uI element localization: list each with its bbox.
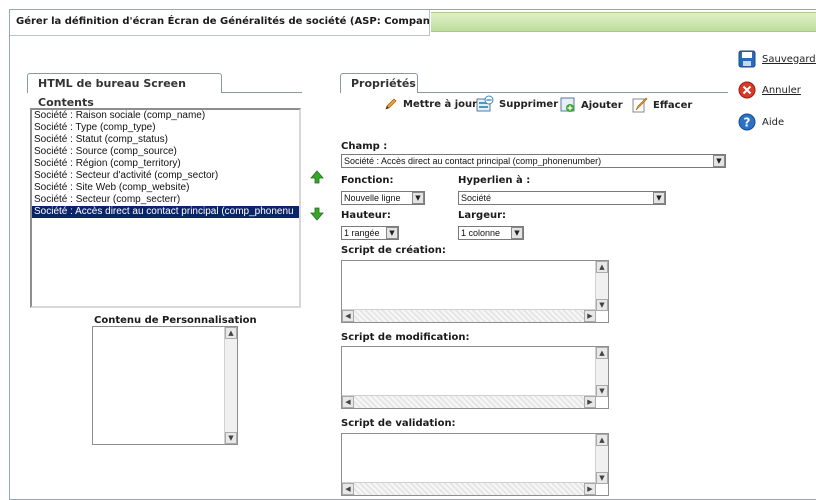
hauteur-label: Hauteur:	[341, 210, 391, 221]
scroll-down-icon[interactable]: ▼	[596, 385, 608, 397]
vertical-scrollbar[interactable]: ▲ ▼	[595, 434, 608, 484]
save-label: Sauvegarder	[762, 53, 816, 65]
custom-content-textarea[interactable]: ▲ ▼	[92, 326, 238, 445]
list-item[interactable]: Société : Source (comp_source)	[32, 146, 299, 158]
add-button[interactable]: Ajouter	[560, 97, 623, 113]
list-item[interactable]: Société : Raison sociale (comp_name)	[32, 110, 299, 122]
horizontal-scrollbar[interactable]: ◀ ▶	[342, 482, 596, 495]
scroll-up-icon[interactable]: ▲	[596, 434, 608, 446]
add-field-icon	[560, 97, 575, 112]
horizontal-scrollbar[interactable]: ◀ ▶	[342, 309, 596, 322]
scroll-down-icon[interactable]: ▼	[596, 472, 608, 484]
delete-label: Supprimer	[499, 98, 559, 110]
pencil-icon	[385, 98, 397, 110]
help-icon: ?	[738, 113, 756, 131]
tab-properties[interactable]: Propriétés	[340, 73, 418, 93]
clear-icon	[632, 97, 648, 113]
largeur-select[interactable]: 1 colonne	[458, 226, 524, 240]
list-item[interactable]: Société : Secteur (comp_secterr)	[32, 194, 299, 206]
modify-script-label: Script de modification:	[341, 332, 470, 343]
vertical-scrollbar[interactable]: ▲ ▼	[224, 327, 237, 444]
screen-fields-list[interactable]: Société : Raison sociale (comp_name) Soci…	[30, 108, 301, 308]
list-item[interactable]: Société : Accès direct au contact princi…	[32, 206, 299, 218]
scroll-right-icon[interactable]: ▶	[584, 483, 596, 495]
list-item[interactable]: Société : Type (comp_type)	[32, 122, 299, 134]
hyperlien-select[interactable]: Société	[458, 191, 666, 205]
scroll-down-icon[interactable]: ▼	[596, 299, 608, 311]
tab-underline	[418, 92, 728, 93]
scroll-up-icon[interactable]: ▲	[225, 327, 237, 339]
list-item[interactable]: Société : Région (comp_territory)	[32, 158, 299, 170]
list-item[interactable]: Société : Site Web (comp_website)	[32, 182, 299, 194]
move-down-arrow-icon[interactable]	[310, 207, 324, 221]
validate-script-textarea[interactable]: ▲ ▼ ◀ ▶	[341, 433, 609, 496]
cancel-button[interactable]: Annuler	[738, 81, 801, 99]
help-button[interactable]: ? Aide	[738, 113, 784, 131]
horizontal-scrollbar[interactable]: ◀ ▶	[342, 395, 596, 408]
custom-content-label: Contenu de Personnalisation	[94, 315, 257, 326]
floppy-disk-icon	[738, 50, 756, 68]
scroll-up-icon[interactable]: ▲	[596, 261, 608, 273]
clear-label: Effacer	[653, 99, 693, 111]
vertical-scrollbar[interactable]: ▲ ▼	[595, 261, 608, 311]
champ-select[interactable]: Société : Accès direct au contact princi…	[341, 154, 726, 168]
save-button[interactable]: Sauvegarder	[738, 50, 816, 68]
tab-underline	[222, 92, 302, 93]
validate-script-label: Script de validation:	[341, 418, 456, 429]
move-up-arrow-icon[interactable]	[310, 170, 324, 184]
fonction-select[interactable]: Nouvelle ligne	[341, 191, 425, 205]
modify-script-textarea[interactable]: ▲ ▼ ◀ ▶	[341, 346, 609, 409]
scroll-right-icon[interactable]: ▶	[584, 310, 596, 322]
scroll-down-icon[interactable]: ▼	[225, 432, 237, 444]
add-label: Ajouter	[581, 99, 623, 111]
hauteur-select[interactable]: 1 rangée	[341, 226, 399, 240]
largeur-label: Largeur:	[458, 210, 507, 221]
delete-field-icon	[476, 95, 494, 112]
hyperlien-label: Hyperlien à :	[458, 175, 531, 186]
list-item[interactable]: Société : Statut (comp_status)	[32, 134, 299, 146]
clear-button[interactable]: Effacer	[632, 97, 692, 113]
scroll-up-icon[interactable]: ▲	[596, 347, 608, 359]
champ-label: Champ :	[341, 141, 388, 152]
update-label: Mettre à jour	[403, 98, 478, 110]
title-bar-decoration	[431, 12, 816, 32]
cancel-label: Annuler	[762, 84, 801, 96]
create-script-textarea[interactable]: ▲ ▼ ◀ ▶	[341, 260, 609, 323]
scroll-right-icon[interactable]: ▶	[584, 396, 596, 408]
tab-screen-contents[interactable]: HTML de bureau Screen Contents	[27, 73, 222, 109]
help-label: Aide	[762, 116, 785, 128]
scroll-left-icon[interactable]: ◀	[342, 396, 354, 408]
scroll-left-icon[interactable]: ◀	[342, 483, 354, 495]
cancel-icon	[738, 81, 756, 99]
create-script-label: Script de création:	[341, 245, 446, 256]
fields-container: Société : Raison sociale (comp_name) Soci…	[32, 110, 299, 218]
list-item[interactable]: Société : Secteur d'activité (comp_secto…	[32, 170, 299, 182]
svg-text:?: ?	[744, 116, 751, 130]
page-title: Gérer la définition d'écran Écran de Gén…	[10, 10, 430, 36]
scroll-left-icon[interactable]: ◀	[342, 310, 354, 322]
vertical-scrollbar[interactable]: ▲ ▼	[595, 347, 608, 397]
delete-button[interactable]: Supprimer	[476, 95, 558, 113]
fonction-label: Fonction:	[341, 175, 394, 186]
update-button[interactable]: Mettre à jour	[384, 97, 477, 111]
